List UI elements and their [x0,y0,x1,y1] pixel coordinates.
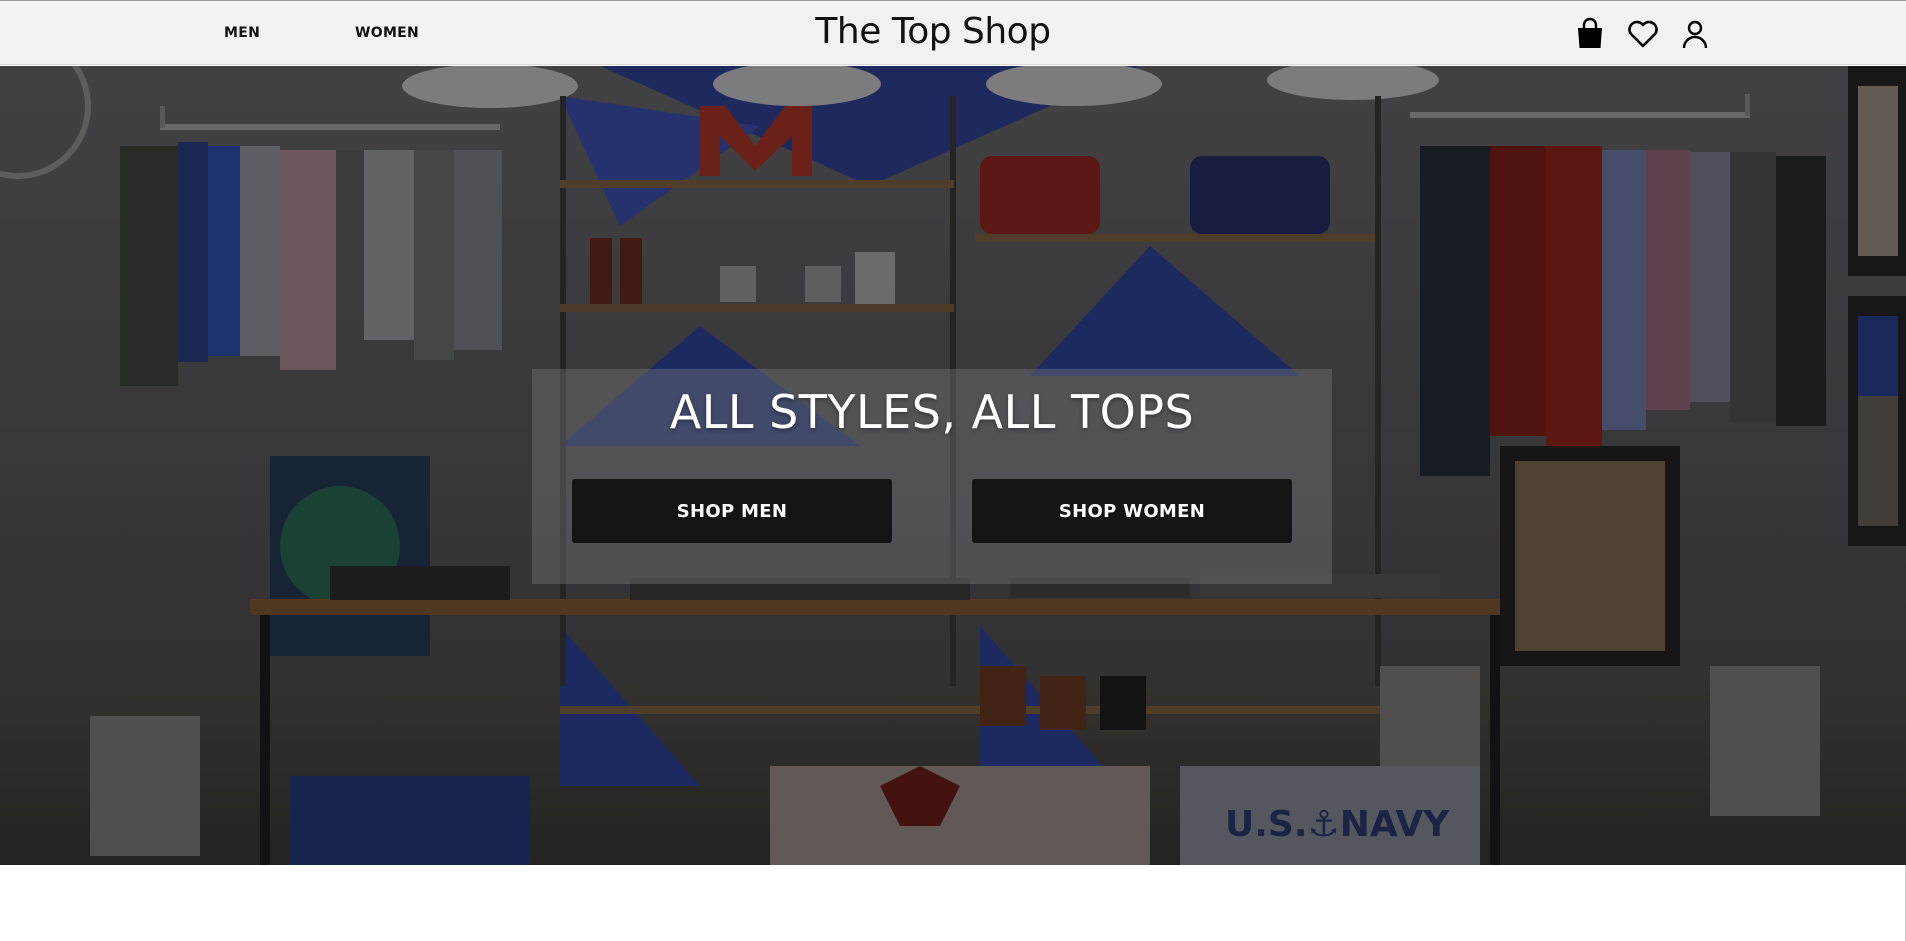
shop-men-button[interactable]: SHOP MEN [572,479,892,543]
user-icon[interactable] [1678,17,1712,51]
content-area [0,865,1906,941]
shopping-bag-icon[interactable] [1573,17,1607,51]
navbar: MEN WOMEN The Top Shop [0,0,1906,65]
hero-banner: U.S.⚓NAVY ALL STYLES, ALL TOPS SHOP MEN … [0,66,1906,865]
shop-women-button[interactable]: SHOP WOMEN [972,479,1292,543]
hero-title: ALL STYLES, ALL TOPS [669,385,1195,439]
hero-panel: ALL STYLES, ALL TOPS SHOP MEN SHOP WOMEN [532,369,1332,584]
heart-icon[interactable] [1626,17,1660,51]
